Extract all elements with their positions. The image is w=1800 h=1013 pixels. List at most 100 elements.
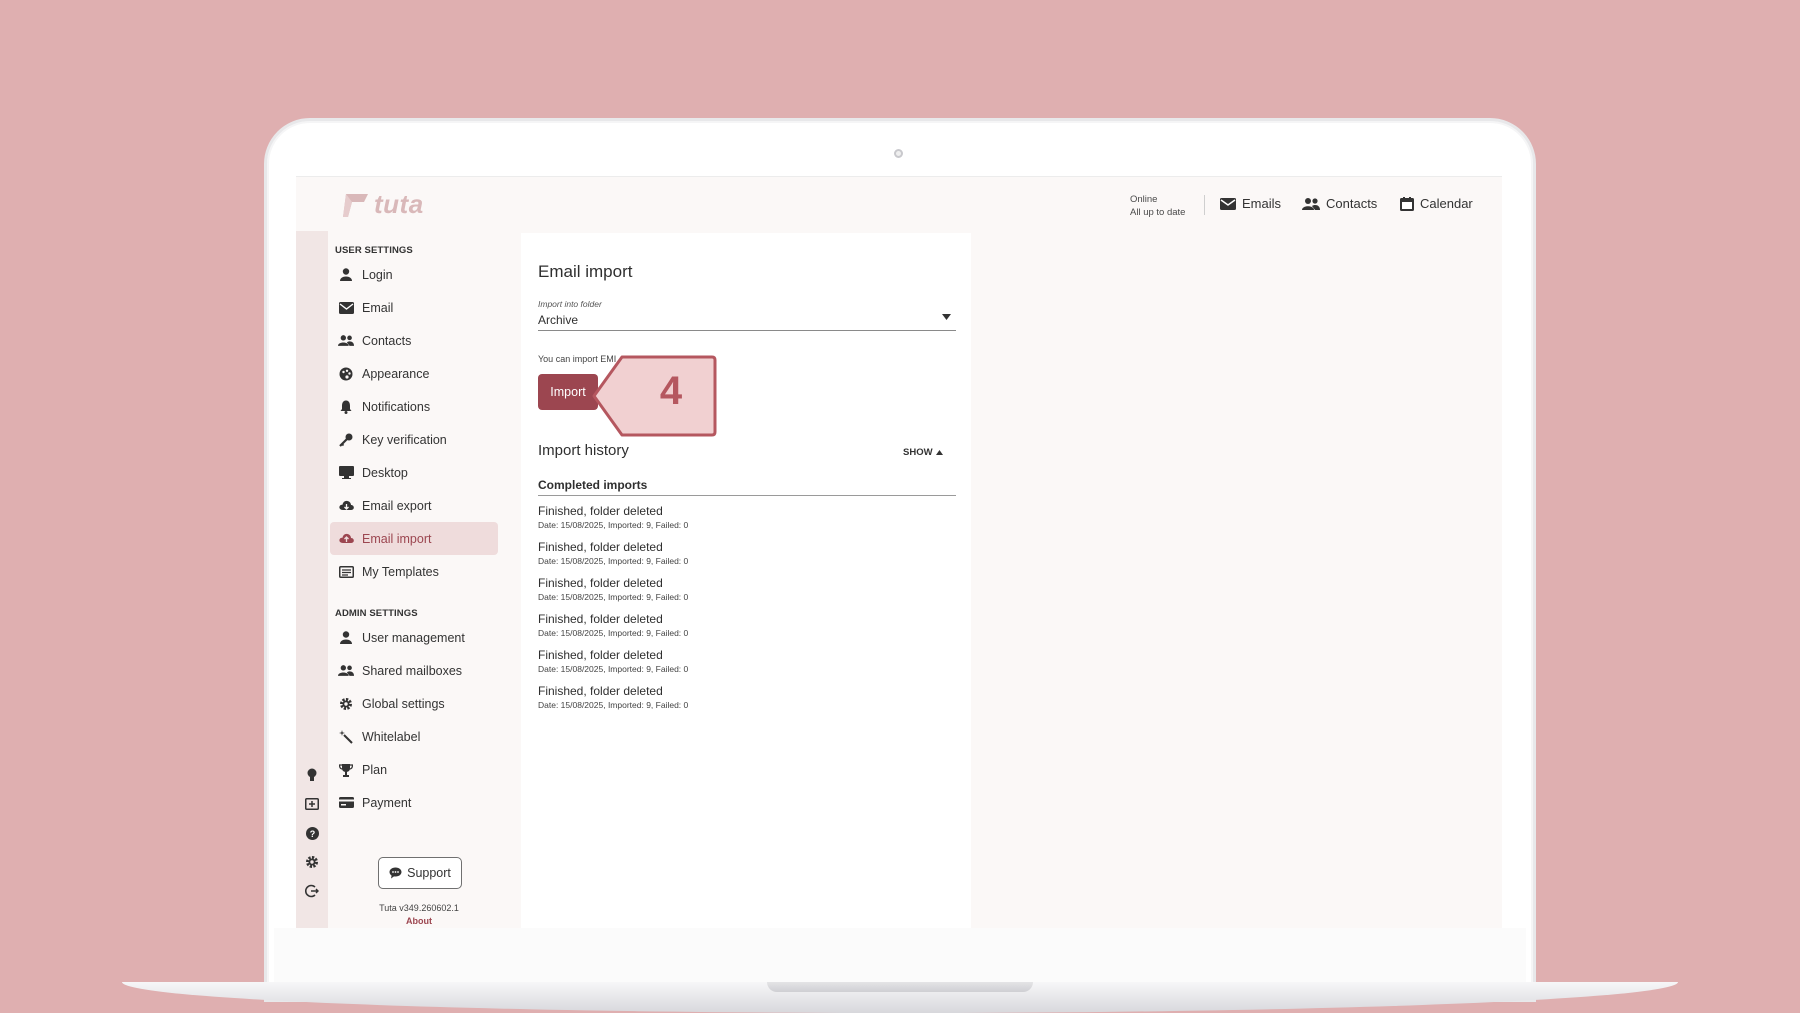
import-details: Date: 15/08/2025, Imported: 9, Failed: 0 — [538, 628, 689, 638]
import-status: Finished, folder deleted — [538, 576, 663, 590]
folder-field-label: Import into folder — [538, 299, 602, 309]
sidebar-item-plan[interactable]: Plan — [330, 753, 498, 786]
palette-icon — [338, 366, 354, 382]
sidebar-item-contacts[interactable]: Contacts — [330, 324, 498, 357]
laptop-notch — [767, 982, 1033, 992]
email-import-panel: Email import Import into folder Archive … — [521, 233, 971, 928]
completed-divider — [538, 495, 956, 496]
logout-icon[interactable] — [304, 883, 320, 899]
list-item: Finished, folder deleted Date: 15/08/202… — [538, 504, 956, 531]
list-item: Finished, folder deleted Date: 15/08/202… — [538, 684, 956, 711]
icon-rail: ? — [296, 231, 328, 928]
templates-icon — [338, 564, 354, 580]
sidebar-item-email-export[interactable]: Email export — [330, 489, 498, 522]
about-link[interactable]: About — [354, 916, 484, 926]
sidebar-item-user-management[interactable]: User management — [330, 621, 498, 654]
sidebar-item-my-templates[interactable]: My Templates — [330, 555, 498, 588]
sidebar-item-label: User management — [362, 630, 465, 645]
sidebar-item-label: Email import — [362, 531, 432, 546]
show-toggle[interactable]: SHOW — [903, 447, 943, 458]
admin-settings-title: ADMIN SETTINGS — [335, 608, 418, 619]
mail-icon — [338, 300, 354, 316]
cloud-download-icon — [338, 498, 354, 514]
sidebar-item-label: Notifications — [362, 399, 431, 414]
sidebar-item-notifications[interactable]: Notifications — [330, 390, 498, 423]
sidebar-item-label: Email — [362, 300, 394, 315]
nav-calendar[interactable]: Calendar — [1400, 196, 1473, 211]
import-status: Finished, folder deleted — [538, 612, 663, 626]
support-button[interactable]: Support — [378, 857, 462, 889]
sidebar-item-label: Email export — [362, 498, 432, 513]
calendar-icon — [1400, 196, 1414, 211]
logo: tuta — [342, 189, 424, 220]
sidebar-item-label: Plan — [362, 762, 388, 777]
import-status: Finished, folder deleted — [538, 684, 663, 698]
version-text: Tuta v349.260602.1 — [379, 903, 459, 913]
list-item: Finished, folder deleted Date: 15/08/202… — [538, 612, 956, 639]
new-window-icon[interactable] — [304, 796, 320, 812]
person-icon — [338, 630, 354, 646]
chat-icon — [389, 867, 402, 879]
nav-contacts[interactable]: Contacts — [1302, 196, 1377, 211]
sidebar-item-email[interactable]: Email — [330, 291, 498, 324]
logo-text: tuta — [374, 189, 424, 219]
sidebar-item-login[interactable]: Login — [330, 258, 498, 291]
sidebar-item-label: Desktop — [362, 465, 408, 480]
chevron-down-icon[interactable] — [939, 310, 953, 324]
list-item: Finished, folder deleted Date: 15/08/202… — [538, 648, 956, 675]
sidebar-item-whitelabel[interactable]: Whitelabel — [330, 720, 498, 753]
tuta-logo-icon — [343, 193, 368, 217]
field-underline — [538, 330, 956, 331]
sidebar-item-desktop[interactable]: Desktop — [330, 456, 498, 489]
contacts-icon — [1302, 197, 1320, 210]
credit-card-icon — [338, 795, 354, 811]
status-online: Online — [1130, 194, 1158, 205]
import-details: Date: 15/08/2025, Imported: 9, Failed: 0 — [538, 556, 689, 566]
trophy-icon — [338, 762, 354, 778]
import-details: Date: 15/08/2025, Imported: 9, Failed: 0 — [538, 700, 689, 710]
import-status: Finished, folder deleted — [538, 540, 663, 554]
import-button[interactable]: Import — [538, 374, 598, 410]
step-number: 4 — [659, 369, 683, 413]
key-icon — [338, 432, 354, 448]
gear-icon — [338, 696, 354, 712]
bell-icon — [338, 399, 354, 415]
sidebar-item-label: Login — [362, 267, 393, 282]
divider — [1204, 195, 1205, 215]
show-toggle-label: SHOW — [903, 447, 933, 458]
list-item: Finished, folder deleted Date: 15/08/202… — [538, 540, 956, 567]
lightbulb-icon[interactable] — [304, 767, 320, 783]
status-uptodate: All up to date — [1130, 207, 1186, 218]
sidebar-item-label: Whitelabel — [362, 729, 421, 744]
sidebar-item-payment[interactable]: Payment — [330, 786, 498, 819]
wand-icon — [338, 729, 354, 745]
import-details: Date: 15/08/2025, Imported: 9, Failed: 0 — [538, 520, 689, 530]
help-icon[interactable]: ? — [304, 825, 320, 841]
sidebar-item-label: Contacts — [362, 333, 412, 348]
sidebar-item-global-settings[interactable]: Global settings — [330, 687, 498, 720]
settings-sidebar: USER SETTINGS Login Email Contacts Appea… — [328, 231, 518, 928]
sync-status: Online All up to date — [1130, 193, 1185, 219]
sidebar-item-key-verification[interactable]: Key verification — [330, 423, 498, 456]
import-details: Date: 15/08/2025, Imported: 9, Failed: 0 — [538, 664, 689, 674]
camera-icon — [894, 149, 903, 158]
app-screen: tuta Online All up to date Emails Contac… — [296, 176, 1502, 928]
mail-icon — [1220, 197, 1236, 210]
contacts-icon — [338, 333, 354, 349]
support-label: Support — [407, 866, 451, 880]
contacts-icon — [338, 663, 354, 679]
top-bar: tuta Online All up to date Emails Contac… — [296, 177, 1502, 231]
sidebar-item-shared-mailboxes[interactable]: Shared mailboxes — [330, 654, 498, 687]
nav-contacts-label: Contacts — [1326, 196, 1378, 211]
sidebar-item-appearance[interactable]: Appearance — [330, 357, 498, 390]
sidebar-item-label: Shared mailboxes — [362, 663, 463, 678]
import-history-title: Import history — [538, 442, 629, 459]
import-status: Finished, folder deleted — [538, 504, 663, 518]
sidebar-item-label: Payment — [362, 795, 412, 810]
page-title: Email import — [538, 262, 633, 281]
nav-emails[interactable]: Emails — [1220, 196, 1281, 211]
gear-icon[interactable] — [304, 854, 320, 870]
user-settings-title: USER SETTINGS — [335, 245, 413, 256]
sidebar-item-label: Key verification — [362, 432, 447, 447]
sidebar-item-email-import[interactable]: Email import — [330, 522, 498, 555]
